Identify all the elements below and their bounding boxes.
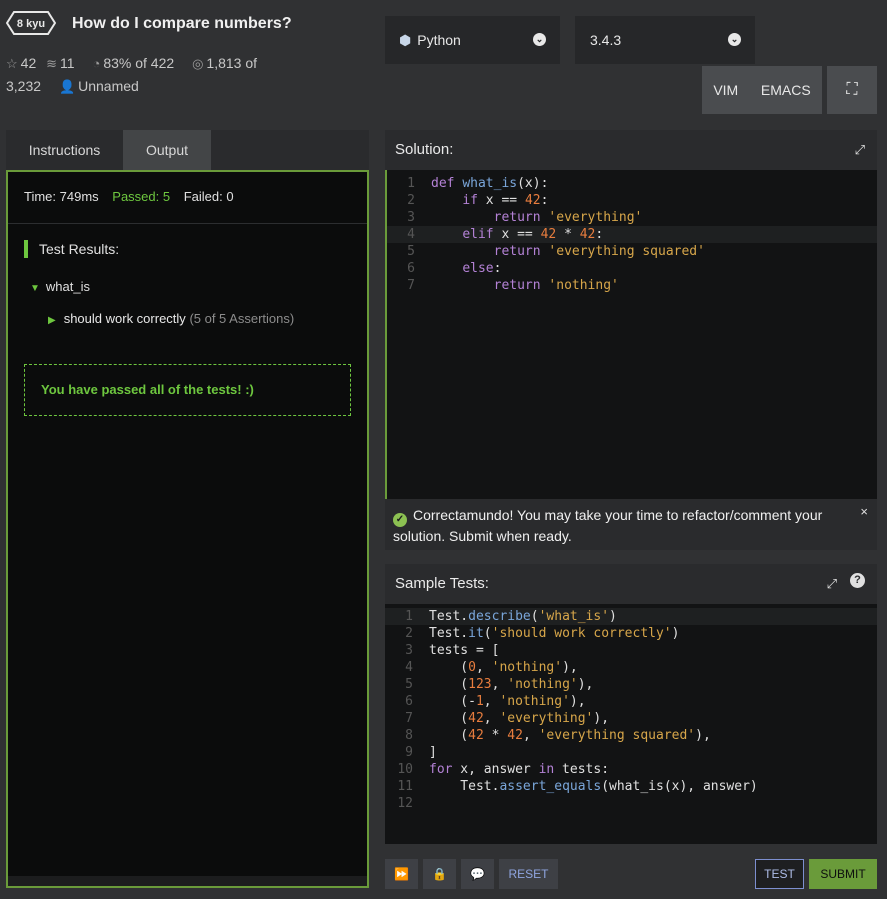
tab-output[interactable]: Output bbox=[123, 130, 211, 170]
emacs-button[interactable]: EMACS bbox=[761, 82, 811, 98]
sample-tests-header: Sample Tests: ⤢ ? bbox=[385, 564, 877, 604]
discuss-button[interactable]: 💬 bbox=[461, 859, 494, 889]
code-line: 5 (123, 'nothing'), bbox=[405, 677, 594, 692]
kata-title[interactable]: How do I compare numbers? bbox=[72, 15, 292, 33]
solution-editor[interactable]: 1 def what_is(x): 2 if x == 42: 3 return … bbox=[385, 170, 877, 499]
user-icon: 👤 bbox=[58, 79, 76, 94]
fullscreen-icon: ⛶ bbox=[846, 81, 858, 98]
tab-instructions[interactable]: Instructions bbox=[6, 130, 123, 170]
code-line: 4 elif x == 42 * 42: bbox=[387, 226, 877, 243]
completed-total: 3,232 bbox=[6, 78, 42, 94]
sample-tests-title: Sample Tests: bbox=[395, 575, 489, 592]
fullscreen-button[interactable]: ⛶ bbox=[827, 66, 877, 114]
sample-tests-editor[interactable]: 1 Test.describe('what_is') 2 Test.it('shou… bbox=[385, 604, 877, 844]
lock-button[interactable]: 🔒 bbox=[423, 859, 456, 889]
svg-text:8 kyu: 8 kyu bbox=[17, 18, 45, 30]
triangle-right-icon: ▶ bbox=[48, 315, 56, 326]
code-line: 6 else: bbox=[407, 261, 502, 276]
stars-stat[interactable]: ☆ 42 bbox=[6, 52, 36, 75]
reset-button[interactable]: RESET bbox=[499, 859, 558, 889]
rank-badge: 8 kyu bbox=[5, 11, 57, 35]
target-icon: ◎ bbox=[192, 56, 204, 71]
describe-label: what_is bbox=[45, 279, 90, 294]
success-notice: ✓ Correctamundo! You may take your time t… bbox=[385, 499, 877, 550]
expand-icon[interactable]: ⤢ bbox=[827, 576, 837, 592]
code-line: 12 bbox=[397, 796, 413, 811]
close-icon[interactable]: × bbox=[860, 503, 868, 521]
describe-block[interactable]: ▼ what_is bbox=[30, 279, 90, 294]
editor-mode-group: VIM EMACS bbox=[702, 66, 822, 114]
vim-button[interactable]: VIM bbox=[713, 82, 738, 98]
chevron-down-icon: ⌄ bbox=[533, 33, 546, 46]
check-circle-icon: ✓ bbox=[393, 513, 407, 527]
code-line: 11 Test.assert_equals(what_is(x), answer… bbox=[397, 779, 758, 794]
eye-icon: ◔ bbox=[92, 56, 101, 71]
version-select[interactable]: 3.4.3 ⌄ bbox=[575, 16, 755, 64]
code-line: 3 tests = [ bbox=[405, 643, 500, 658]
code-line: 4 (0, 'nothing'), bbox=[405, 660, 578, 675]
it-label: should work correctly bbox=[63, 311, 186, 326]
completed-stat: ◎ 1,813 of bbox=[192, 52, 257, 75]
version-value: 3.4.3 bbox=[590, 32, 622, 48]
chevron-down-icon: ⌄ bbox=[728, 33, 741, 46]
chat-icon: 💬 bbox=[470, 867, 485, 881]
horizontal-scrollbar[interactable] bbox=[8, 876, 367, 886]
satisfaction-stat: ◔ 83% of 422 bbox=[92, 52, 174, 75]
code-line: 7 return 'nothing' bbox=[407, 278, 619, 293]
it-block[interactable]: ▶ should work correctly (5 of 5 Assertion… bbox=[48, 311, 294, 326]
stack-icon: ≋ bbox=[46, 56, 58, 71]
author-stat[interactable]: 👤 Unnamed bbox=[59, 75, 139, 98]
code-line: 10 for x, answer in tests: bbox=[397, 762, 610, 777]
solution-title: Solution: bbox=[395, 141, 454, 158]
fast-forward-icon: ⏩ bbox=[394, 867, 409, 881]
code-line: 8 (42 * 42, 'everything squared'), bbox=[405, 728, 711, 743]
assertions-count: (5 of 5 Assertions) bbox=[189, 311, 295, 326]
triangle-down-icon: ▼ bbox=[30, 283, 40, 294]
code-line: 6 (-1, 'nothing'), bbox=[405, 694, 586, 709]
code-line: 1 def what_is(x): bbox=[407, 176, 549, 191]
notice-text: Correctamundo! You may take your time to… bbox=[393, 507, 823, 544]
language-select[interactable]: ⬢ Python ⌄ bbox=[385, 16, 560, 64]
python-icon: ⬢ bbox=[399, 31, 412, 48]
code-line: 7 (42, 'everything'), bbox=[405, 711, 610, 726]
collections-stat[interactable]: ≋ 11 bbox=[46, 52, 74, 75]
language-value: Python bbox=[417, 32, 461, 48]
panel-tabs: Instructions Output bbox=[6, 130, 369, 170]
star-icon: ☆ bbox=[6, 56, 18, 71]
pass-message: You have passed all of the tests! :) bbox=[24, 364, 351, 416]
failed-label: Failed: 0 bbox=[183, 189, 234, 204]
test-button[interactable]: TEST bbox=[755, 859, 804, 889]
help-icon[interactable]: ? bbox=[850, 573, 865, 588]
test-results-heading: Test Results: bbox=[24, 240, 119, 258]
code-line: 1 Test.describe('what_is') bbox=[385, 608, 877, 625]
code-line: 9] bbox=[405, 745, 437, 760]
output-summary: Time: 749ms Passed: 5 Failed: 0 bbox=[8, 172, 367, 224]
output-panel: Time: 749ms Passed: 5 Failed: 0 Test Res… bbox=[6, 170, 369, 888]
passed-label: Passed: 5 bbox=[112, 189, 171, 204]
expand-icon[interactable]: ⤢ bbox=[855, 142, 865, 158]
code-line: 3 return 'everything' bbox=[407, 210, 643, 225]
code-line: 2 if x == 42: bbox=[407, 193, 549, 208]
fast-forward-button[interactable]: ⏩ bbox=[385, 859, 418, 889]
code-line: 2 Test.it('should work correctly') bbox=[405, 626, 680, 641]
time-label: Time: 749ms bbox=[24, 189, 99, 204]
code-line: 5 return 'everything squared' bbox=[407, 244, 705, 259]
kata-stats: ☆ 42 ≋ 11 ◔ 83% of 422 ◎ 1,813 of 3,232 👤 Unn… bbox=[6, 52, 306, 98]
solution-header: Solution: ⤢ bbox=[385, 130, 877, 170]
lock-icon: 🔒 bbox=[432, 867, 447, 881]
submit-button[interactable]: SUBMIT bbox=[809, 859, 877, 889]
